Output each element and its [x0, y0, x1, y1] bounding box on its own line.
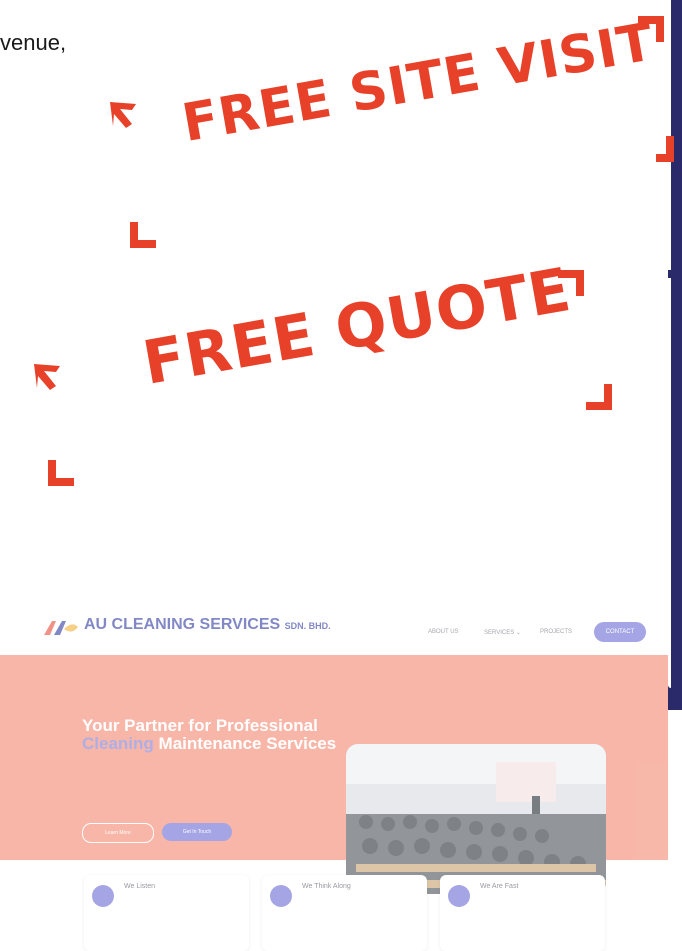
feature-card-we-listen[interactable]: We Listen [84, 875, 249, 951]
au-logo-icon [42, 619, 80, 637]
site-header: AU CLEANING SERVICES SDN. BHD. ABOUT US … [0, 605, 668, 655]
brand-name-text: AU CLEANING SERVICES [84, 616, 281, 633]
card-title: We Think Along [302, 883, 351, 890]
hero-title: Your Partner for Professional Cleaning M… [82, 717, 352, 753]
hero-photo-seminar [346, 744, 606, 894]
hero-title-line1: Your Partner for Professional [82, 716, 318, 735]
website-preview: AU CLEANING SERVICES SDN. BHD. ABOUT US … [0, 605, 668, 951]
hero-title-highlight: Cleaning [82, 734, 154, 753]
nav-services[interactable]: SERVICES ⌄ [484, 629, 521, 636]
free-site-visit-stamp: FREE SITE VISIT [178, 12, 659, 155]
lightning-icon [448, 885, 470, 907]
ear-icon [92, 885, 114, 907]
free-quote-stamp: FREE QUOTE [138, 254, 577, 399]
feature-card-we-are-fast[interactable]: We Are Fast [440, 875, 605, 951]
card-title: We Listen [124, 883, 155, 890]
learn-more-button[interactable]: Learn More [82, 823, 154, 843]
brand-name[interactable]: AU CLEANING SERVICES SDN. BHD. [84, 616, 331, 634]
contact-button[interactable]: CONTACT [594, 622, 646, 642]
corner-bracket-bottom-left-icon [128, 220, 158, 250]
corner-bracket-bottom-right-icon [654, 134, 682, 164]
nav-projects[interactable]: PROJECTS [540, 629, 572, 635]
feature-card-we-think-along[interactable]: We Think Along [262, 875, 427, 951]
nav-about-us[interactable]: ABOUT US [428, 629, 459, 635]
hero-title-line2: Maintenance Services [158, 734, 337, 753]
corner-bracket-bottom-right-2-icon [584, 382, 614, 412]
corner-bracket-top-left-2-icon [32, 362, 62, 392]
card-title: We Are Fast [480, 883, 519, 890]
corner-bracket-bottom-left-2-icon [46, 458, 76, 488]
address-text-fragment: venue, [0, 30, 67, 55]
get-in-touch-button[interactable]: Get In Touch [162, 823, 232, 841]
corner-bracket-top-left-icon [108, 100, 138, 130]
brand-suffix: SDN. BHD. [284, 621, 331, 631]
thought-icon [270, 885, 292, 907]
side-panel [668, 0, 682, 710]
hero-section: Your Partner for Professional Cleaning M… [0, 655, 668, 894]
